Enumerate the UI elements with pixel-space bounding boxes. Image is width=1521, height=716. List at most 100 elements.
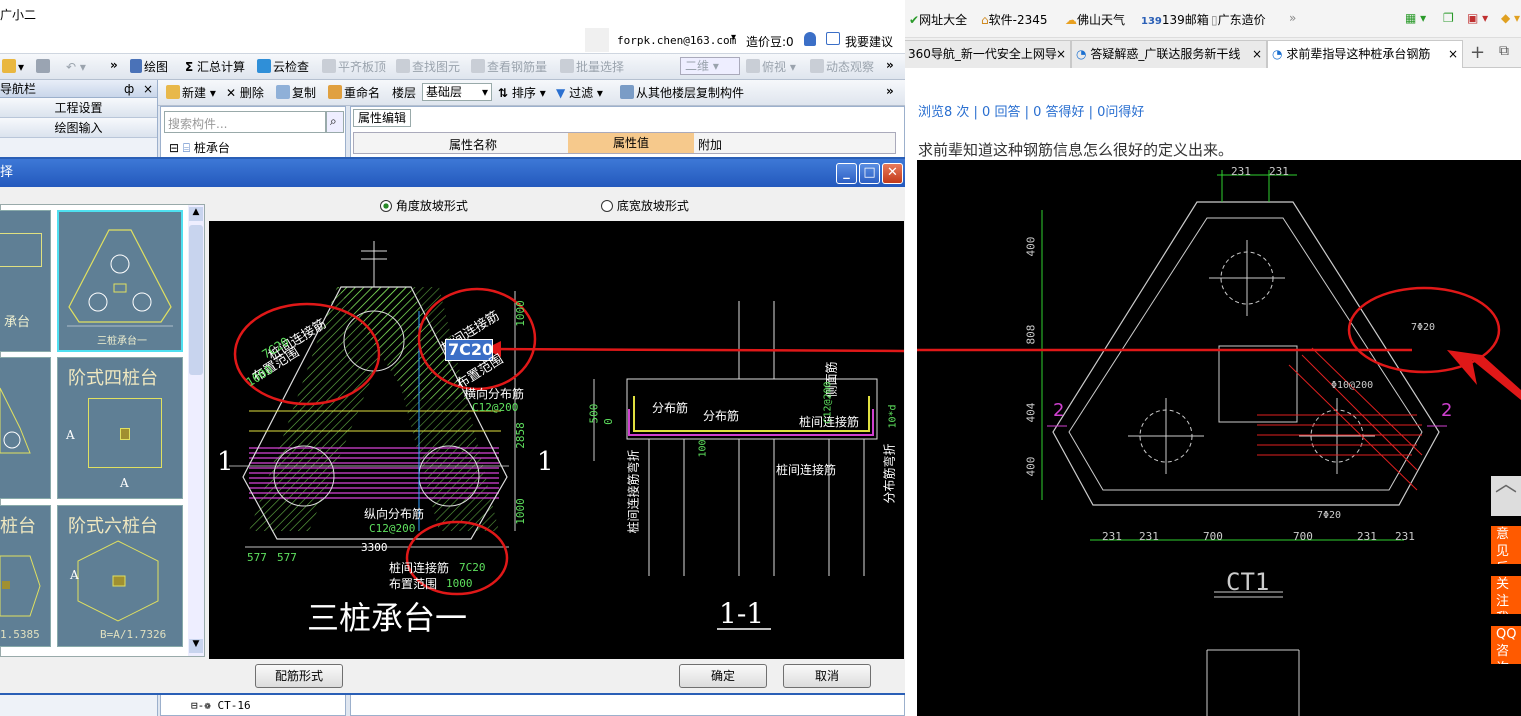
cancel-button[interactable]: 取消: [783, 664, 871, 688]
find-elem-button[interactable]: 查找图元: [396, 59, 460, 75]
rename-button[interactable]: 重命名: [328, 85, 380, 101]
qq-consult-button[interactable]: QQ咨询: [1491, 626, 1521, 664]
tab-0[interactable]: 360导航_新一代安全上网导 ×: [905, 40, 1071, 68]
sort-label: 排序: [511, 86, 536, 100]
tree-leaf-item[interactable]: ⊟-❁ CT-16: [191, 699, 251, 712]
ct1-section-mark-right: 2: [1441, 400, 1453, 421]
pin-icon[interactable]: ф: [124, 80, 134, 98]
pdf-icon[interactable]: ▣ ▾: [1467, 11, 1488, 25]
dialog-title: 择: [0, 165, 14, 180]
cad-sec-dist1: 分布筋: [652, 401, 689, 415]
maximize-icon[interactable]: □: [859, 163, 880, 184]
chat-icon[interactable]: [826, 32, 840, 45]
tab-1-close-icon[interactable]: ×: [1251, 41, 1262, 67]
component-search-input[interactable]: 搜索构件...: [164, 111, 326, 133]
nav-project-settings[interactable]: 工程设置: [0, 98, 157, 118]
scroll-down-icon[interactable]: ▼: [189, 639, 203, 653]
flat-top-button[interactable]: 平齐板顶: [322, 59, 386, 75]
feedback-button[interactable]: 意见反馈: [1491, 526, 1521, 564]
floor-value: 基础层: [426, 85, 463, 99]
radio-angle-label: 角度放坡形式: [395, 199, 468, 213]
toolbar-component: 新建 ▾ ✕ 删除 复制 重命名 楼层 基础层 ▾ ⇅ 排序 ▾ ▼ 过滤 ▾ 从…: [158, 80, 905, 106]
scroll-up-icon[interactable]: ▲: [189, 207, 203, 221]
open-folder-icon[interactable]: ▾: [2, 59, 24, 75]
radio-width-slope[interactable]: 底宽放坡形式: [601, 197, 689, 214]
thumb-pile-table[interactable]: 桩台 1.5385: [0, 505, 51, 647]
ct1-drawing-image[interactable]: 231 231 400 808 404 400 7Φ20 Φ10@200 7Φ2…: [917, 160, 1521, 716]
browser-window: ✔网址大全 ⌂软件-2345 ☁佛山天气 139139邮箱 ▯广东造价 » ▦ …: [905, 0, 1521, 716]
reader-icon[interactable]: ❐: [1443, 11, 1454, 25]
restore-tabs-icon[interactable]: ⧉: [1499, 43, 1509, 59]
view-mode-select[interactable]: 二维 ▾: [680, 57, 740, 75]
shield-icon[interactable]: ◆ ▾: [1501, 11, 1520, 25]
bookmarks-more-icon[interactable]: »: [1289, 11, 1296, 25]
copy-from-floor-button[interactable]: 从其他楼层复制构件: [620, 85, 744, 101]
thumb-three-pile-label: 三桩承台一: [97, 336, 147, 347]
ct1-section-mark-left: 2: [1053, 400, 1065, 421]
radio-unchecked-icon[interactable]: [601, 200, 613, 212]
tree-node-icon: ⊟-❁: [191, 699, 211, 712]
sum-button[interactable]: Σ 汇总计算: [185, 59, 245, 75]
suggest-link[interactable]: 我要建议: [845, 33, 893, 50]
back-to-top-button[interactable]: ︿: [1491, 474, 1521, 516]
ok-button[interactable]: 确定: [679, 664, 767, 688]
view-rebar-button[interactable]: 查看钢筋量: [471, 59, 547, 75]
pile-cap-icon: ⌸: [182, 141, 191, 155]
minimize-icon[interactable]: _: [836, 163, 857, 184]
rebar-drawing-canvas[interactable]: 桩间连接筋 7C20 布置范围 1000 桩间连接筋 7C20 布置范围 横向分…: [209, 221, 904, 659]
save-icon[interactable]: [36, 59, 52, 75]
tree-collapse-icon[interactable]: ⊟: [169, 141, 179, 155]
scroll-thumb[interactable]: [189, 225, 203, 375]
bookmark-3[interactable]: 139139邮箱: [1141, 11, 1209, 28]
tab-0-close-icon[interactable]: ×: [1056, 41, 1066, 67]
floor-select[interactable]: 基础层 ▾: [422, 83, 492, 101]
avatar[interactable]: [585, 28, 609, 52]
follow-us-button[interactable]: 关注我们: [1491, 576, 1521, 614]
tab-1[interactable]: ◔ 答疑解惑_广联达服务新干线 ×: [1071, 40, 1267, 68]
radio-angle-slope[interactable]: 角度放坡形式: [380, 197, 468, 214]
batch-select-button[interactable]: 批量选择: [560, 59, 624, 75]
nav-title: 导航栏: [0, 82, 37, 96]
ct1-bottom-dim-4: 231: [1357, 530, 1377, 543]
sort-button[interactable]: ⇅ 排序 ▾: [498, 85, 546, 101]
apps-icon[interactable]: ▦ ▾: [1405, 11, 1426, 25]
delete-button[interactable]: ✕ 删除: [226, 85, 264, 101]
thumb-step-six[interactable]: 阶式六桩台 A B=A/1.7326: [57, 505, 183, 647]
radio-checked-icon[interactable]: [380, 200, 392, 212]
thumb-step-four[interactable]: 阶式四桩台 A A: [57, 357, 183, 499]
tab-2-active[interactable]: ◔ 求前辈指导这种桩承台钢筋 ×: [1267, 40, 1463, 68]
nav-draw-input[interactable]: 绘图输入: [0, 118, 157, 138]
bookmark-4[interactable]: ▯广东造价: [1211, 11, 1266, 28]
rebar-form-button[interactable]: 配筋形式: [255, 664, 343, 688]
filter-button[interactable]: ▼ 过滤 ▾: [556, 85, 603, 101]
bookmark-label-2: 佛山天气: [1077, 13, 1126, 27]
tab-2-close-icon[interactable]: ×: [1447, 41, 1458, 67]
email-dropdown-icon[interactable]: ▾: [731, 32, 736, 43]
tree-root-item[interactable]: ⊟ ⌸ 桩承台: [169, 139, 230, 156]
copy-button[interactable]: 复制: [276, 85, 316, 101]
close-dialog-icon[interactable]: ✕: [882, 163, 903, 184]
thumb-three-pile-selected[interactable]: 三桩承台一: [57, 210, 183, 352]
toolbar-more-icon[interactable]: »: [110, 57, 118, 73]
close-icon[interactable]: ×: [143, 80, 153, 98]
user-email[interactable]: forpk.chen@163.com: [617, 34, 736, 47]
new-tab-icon[interactable]: +: [1470, 42, 1485, 63]
draw-button[interactable]: 绘图: [130, 59, 168, 75]
cad-label-link-rebar-3: 桩间连接筋: [389, 561, 450, 575]
cloud-check-button[interactable]: 云检查: [257, 59, 309, 75]
tab-property-edit[interactable]: 属性编辑: [353, 109, 411, 127]
dynamic-view-button[interactable]: 动态观察: [810, 59, 874, 75]
bookmark-0[interactable]: ✔网址大全: [909, 11, 967, 28]
bell-icon[interactable]: [804, 32, 816, 46]
toolbar-overflow-icon[interactable]: »: [886, 57, 894, 73]
bookmark-1[interactable]: ⌂软件-2345: [981, 11, 1048, 28]
thumb-partial-2[interactable]: [0, 357, 51, 499]
undo-icon[interactable]: ↶ ▾: [66, 59, 86, 75]
toolbar2-overflow-icon[interactable]: »: [886, 83, 894, 99]
top-view-button[interactable]: 俯视 ▾: [746, 59, 796, 75]
bookmark-2[interactable]: ☁佛山天气: [1065, 11, 1125, 28]
new-button[interactable]: 新建 ▾: [166, 85, 216, 101]
search-icon[interactable]: ⌕: [326, 111, 344, 133]
thumbnail-scrollbar[interactable]: ▲ ▼: [188, 205, 204, 656]
thumb-partial-1[interactable]: 承台: [0, 210, 51, 352]
